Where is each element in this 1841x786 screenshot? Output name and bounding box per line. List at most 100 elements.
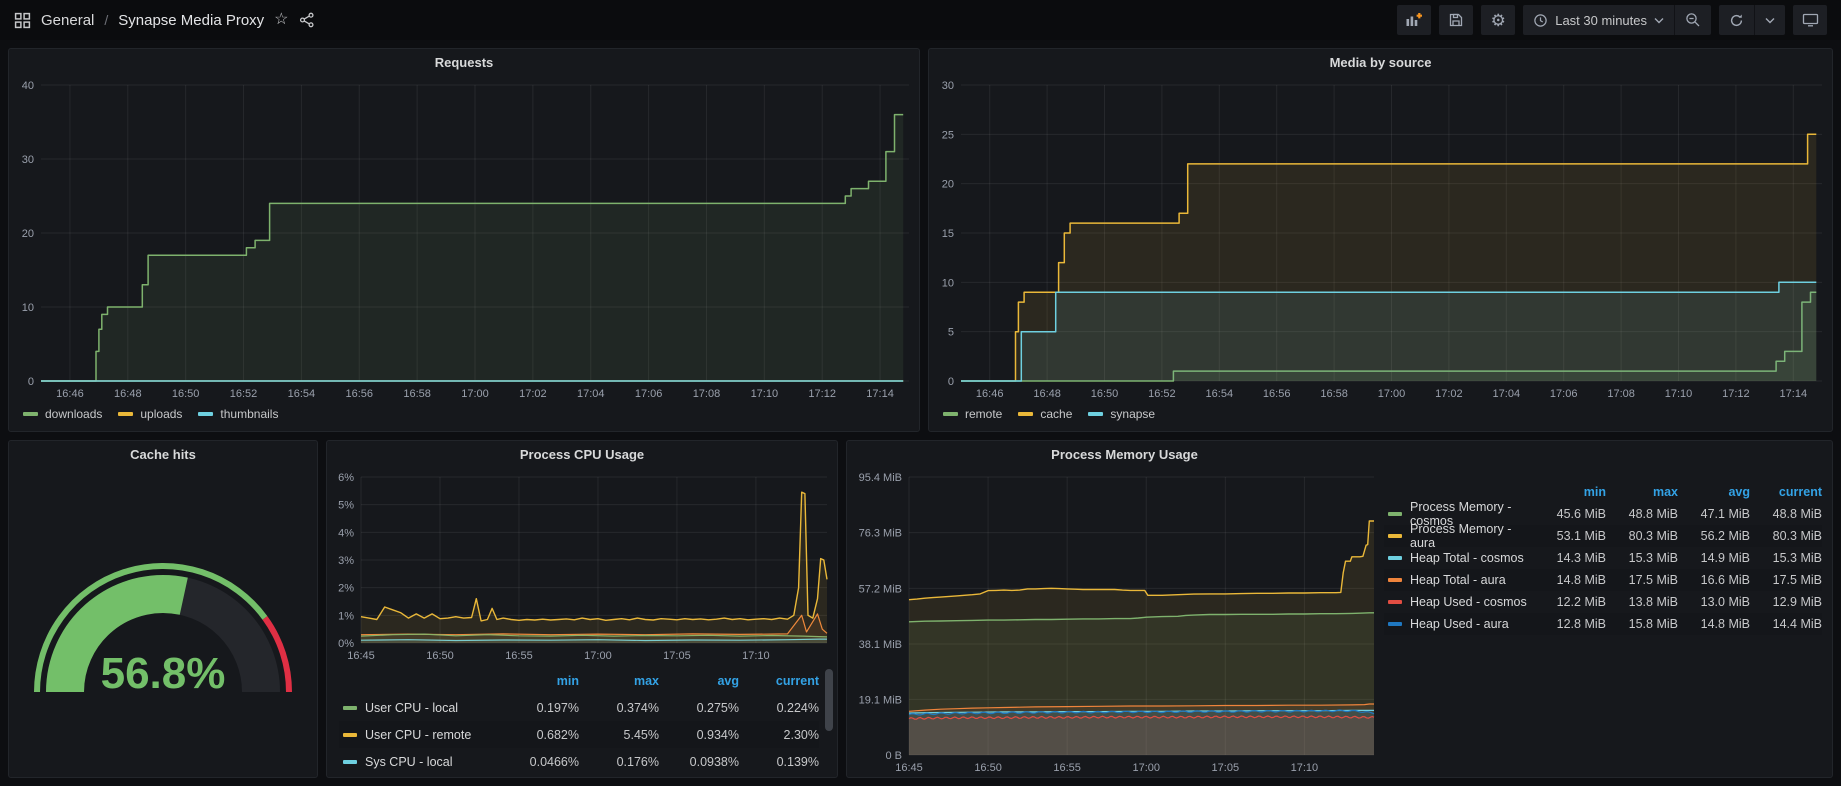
svg-text:16:50: 16:50	[1091, 388, 1119, 400]
refresh-interval-dropdown[interactable]	[1755, 5, 1785, 35]
legend-series-toggle[interactable]: Heap Used - aura	[1384, 617, 1534, 631]
legend-item-cache[interactable]: cache	[1018, 407, 1072, 421]
legend-series-toggle[interactable]: User CPU - remote	[339, 728, 499, 742]
legend-col-avg[interactable]: avg	[1678, 485, 1750, 499]
svg-text:16:48: 16:48	[1033, 388, 1061, 400]
legend-row-User CPU - local: User CPU - local0.197%0.374%0.275%0.224%	[339, 694, 819, 721]
svg-text:17:00: 17:00	[461, 388, 489, 400]
cycle-view-button[interactable]	[1793, 5, 1827, 35]
svg-text:17:10: 17:10	[1291, 762, 1319, 774]
legend-label: Heap Used - aura	[1410, 617, 1509, 631]
legend-item-synapse[interactable]: synapse	[1088, 407, 1155, 421]
media-chart-svg: 16:4616:4816:5016:5216:5416:5616:5817:00…	[929, 75, 1832, 403]
legend-item-uploads[interactable]: uploads	[118, 407, 182, 421]
settings-gear-icon[interactable]: ⚙	[1481, 5, 1515, 35]
legend-swatch	[198, 412, 213, 416]
svg-text:16:46: 16:46	[976, 388, 1004, 400]
save-dashboard-button[interactable]	[1439, 5, 1473, 35]
legend-col-min[interactable]: min	[1534, 485, 1606, 499]
svg-text:17:04: 17:04	[1493, 388, 1521, 400]
svg-text:30: 30	[22, 154, 34, 166]
panel-title-media[interactable]: Media by source	[929, 49, 1832, 75]
legend-col-max[interactable]: max	[1606, 485, 1678, 499]
svg-text:76.3 MiB: 76.3 MiB	[859, 528, 902, 540]
panel-title-cache-hits[interactable]: Cache hits	[9, 441, 317, 467]
panel-process-cpu: Process CPU Usage 16:4516:5016:5517:0017…	[326, 440, 838, 778]
apps-grid-icon[interactable]	[14, 12, 31, 29]
legend-label: thumbnails	[220, 407, 278, 421]
svg-text:19.1 MiB: 19.1 MiB	[859, 694, 902, 706]
legend-col-current[interactable]: current	[1750, 485, 1822, 499]
legend-item-remote[interactable]: remote	[943, 407, 1002, 421]
cpu-legend-scrollbar[interactable]	[825, 669, 833, 731]
legend-item-downloads[interactable]: downloads	[23, 407, 102, 421]
svg-text:0: 0	[28, 376, 34, 388]
legend-row-Process Memory - aura: Process Memory - aura53.1 MiB80.3 MiB56.…	[1384, 525, 1822, 547]
legend-label: Sys CPU - local	[365, 755, 453, 769]
svg-text:5: 5	[948, 327, 954, 339]
breadcrumb-section[interactable]: General	[41, 12, 94, 29]
legend-col-current[interactable]: current	[739, 674, 819, 688]
legend-value-avg: 56.2 MiB	[1678, 529, 1750, 543]
svg-text:16:48: 16:48	[114, 388, 142, 400]
svg-text:16:50: 16:50	[172, 388, 200, 400]
svg-text:17:02: 17:02	[1435, 388, 1463, 400]
legend-label: Heap Total - aura	[1410, 573, 1506, 587]
time-range-picker[interactable]: Last 30 minutes	[1523, 5, 1675, 35]
legend-series-toggle[interactable]: Sys CPU - local	[339, 755, 499, 769]
svg-text:17:02: 17:02	[519, 388, 547, 400]
legend-value-min: 0.0466%	[499, 755, 579, 769]
memory-chart[interactable]: 16:4516:5016:5517:0017:0517:100 B19.1 Mi…	[847, 467, 1384, 777]
legend-value-avg: 16.6 MiB	[1678, 573, 1750, 587]
panel-title-memory[interactable]: Process Memory Usage	[847, 441, 1832, 467]
memory-legend-wrap: minmaxavgcurrentProcess Memory - cosmos4…	[1384, 467, 1832, 777]
legend-series-toggle[interactable]: Heap Used - cosmos	[1384, 595, 1534, 609]
legend-series-toggle[interactable]: Heap Total - aura	[1384, 573, 1534, 587]
legend-value-current: 2.30%	[739, 728, 819, 742]
memory-legend-table: minmaxavgcurrentProcess Memory - cosmos4…	[1384, 481, 1822, 635]
svg-text:17:14: 17:14	[1780, 388, 1808, 400]
cpu-chart[interactable]: 16:4516:5016:5517:0017:0517:100%1%2%3%4%…	[327, 467, 837, 665]
share-icon[interactable]	[299, 12, 315, 28]
media-chart[interactable]: 16:4616:4816:5016:5216:5416:5616:5817:00…	[929, 75, 1832, 403]
legend-value-current: 12.9 MiB	[1750, 595, 1822, 609]
dashboard-title[interactable]: Synapse Media Proxy	[118, 12, 264, 29]
requests-chart[interactable]: 16:4616:4816:5016:5216:5416:5616:5817:00…	[9, 75, 919, 403]
legend-col-max[interactable]: max	[579, 674, 659, 688]
panel-title-requests[interactable]: Requests	[9, 49, 919, 75]
legend-swatch	[118, 412, 133, 416]
svg-text:16:50: 16:50	[426, 650, 454, 662]
addpanel-plus	[1417, 13, 1422, 18]
requests-legend: downloads uploads thumbnails	[9, 403, 919, 431]
panel-title-cpu[interactable]: Process CPU Usage	[327, 441, 837, 467]
legend-value-current: 0.139%	[739, 755, 819, 769]
add-panel-button[interactable]	[1397, 5, 1431, 35]
refresh-group	[1719, 5, 1785, 35]
svg-text:1%: 1%	[338, 610, 354, 622]
star-icon[interactable]: ☆	[274, 12, 288, 28]
legend-table-header: minmaxavgcurrent	[339, 667, 819, 694]
svg-text:16:45: 16:45	[347, 650, 375, 662]
svg-text:6%: 6%	[338, 472, 354, 484]
legend-value-current: 17.5 MiB	[1750, 573, 1822, 587]
legend-series-toggle[interactable]: User CPU - local	[339, 701, 499, 715]
svg-text:16:50: 16:50	[974, 762, 1002, 774]
cpu-chart-svg: 16:4516:5016:5517:0017:0517:100%1%2%3%4%…	[327, 467, 837, 665]
zoom-out-button[interactable]	[1675, 5, 1711, 35]
legend-col-avg[interactable]: avg	[659, 674, 739, 688]
memory-chart-svg: 16:4516:5016:5517:0017:0517:100 B19.1 Mi…	[847, 467, 1384, 777]
svg-text:16:54: 16:54	[288, 388, 316, 400]
legend-swatch	[1388, 512, 1402, 516]
refresh-button[interactable]	[1719, 5, 1755, 35]
legend-row-Heap Used - cosmos: Heap Used - cosmos12.2 MiB13.8 MiB13.0 M…	[1384, 591, 1822, 613]
svg-text:40: 40	[22, 80, 34, 92]
legend-value-current: 0.224%	[739, 701, 819, 715]
legend-col-min[interactable]: min	[499, 674, 579, 688]
legend-series-toggle[interactable]: Process Memory - aura	[1384, 522, 1534, 550]
legend-value-avg: 14.9 MiB	[1678, 551, 1750, 565]
navbar: General / Synapse Media Proxy ☆	[0, 0, 1841, 40]
legend-item-thumbnails[interactable]: thumbnails	[198, 407, 278, 421]
legend-series-toggle[interactable]: Heap Total - cosmos	[1384, 551, 1534, 565]
svg-text:57.2 MiB: 57.2 MiB	[859, 583, 902, 595]
legend-swatch	[343, 706, 357, 710]
